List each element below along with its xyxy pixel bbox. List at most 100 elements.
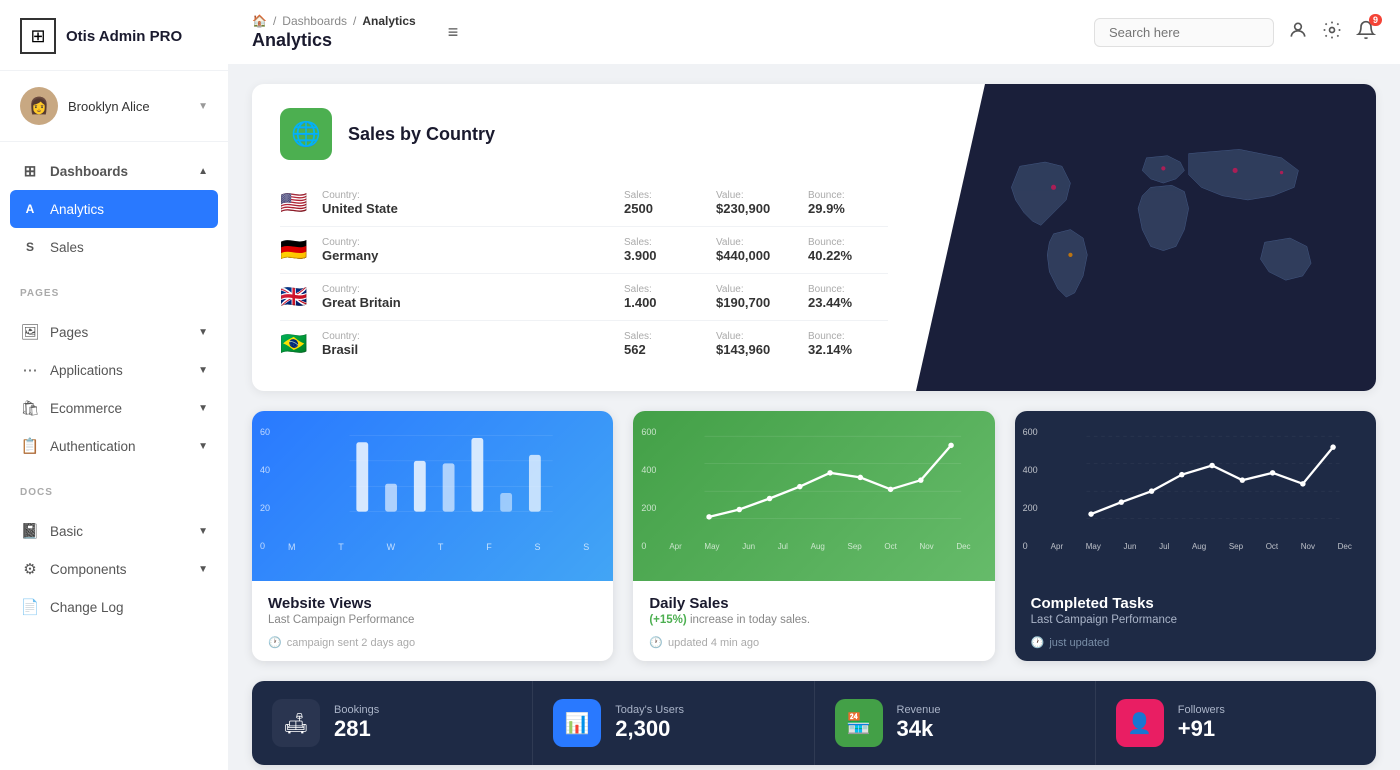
highlight-value: (+15%) — [649, 614, 686, 626]
daily-sales-card: 600 400 200 0 — [633, 411, 994, 661]
revenue-info: Revenue 34k — [897, 704, 941, 742]
bounce-cell: Bounce: 32.14% — [808, 331, 888, 357]
nav-dashboards-section: ⊞ Dashboards ▲ A Analytics S Sales — [0, 142, 228, 276]
logo-icon: ⊞ — [20, 18, 56, 54]
nav-pages-section: 🖼 Pages ▼ ⋯ Applications ▼ 🛍 Ecommerce ▼… — [0, 303, 228, 475]
sidebar: ⊞ Otis Admin PRO 👩 Brooklyn Alice ▼ ⊞ Da… — [0, 0, 228, 770]
logo-area: ⊞ Otis Admin PRO — [0, 0, 228, 71]
card-header: 🌐 Sales by Country — [280, 108, 888, 160]
notification-badge: 9 — [1369, 14, 1382, 26]
flag-br: 🇧🇷 — [280, 331, 310, 357]
x-axis-labels: Apr May Jun Jul Aug Sep Oct Nov Dec — [1031, 542, 1360, 551]
user-icon[interactable] — [1288, 20, 1308, 45]
clock-icon: 🕐 — [1031, 636, 1045, 649]
user-profile[interactable]: 👩 Brooklyn Alice ▼ — [0, 71, 228, 142]
sidebar-item-basic[interactable]: 📓 Basic ▼ — [0, 512, 228, 550]
x-axis-labels: M T W T F S S — [268, 542, 597, 552]
bookings-info: Bookings 281 — [334, 704, 379, 742]
chevron-down-icon: ▼ — [198, 101, 208, 112]
website-views-card: 60 40 20 0 — [252, 411, 613, 661]
x-axis-labels: Apr May Jun Jul Aug Sep Oct Nov Dec — [649, 542, 978, 551]
sidebar-item-label: Analytics — [50, 202, 104, 217]
today-users-info: Today's Users 2,300 — [615, 704, 684, 742]
bounce-cell: Bounce: 29.9% — [808, 190, 888, 216]
country-name-cell: Country: Great Britain — [322, 284, 612, 310]
hamburger-icon[interactable]: ≡ — [448, 22, 459, 43]
pages-section-label: PAGES — [0, 276, 228, 303]
clock-icon: 🕐 — [268, 636, 282, 649]
country-name-cell: Country: Germany — [322, 237, 612, 263]
chart-time: 🕐 just updated — [1031, 636, 1360, 649]
sidebar-item-label: Authentication — [50, 439, 136, 454]
sidebar-item-label: Change Log — [50, 600, 124, 615]
sidebar-item-dashboards[interactable]: ⊞ Dashboards ▲ — [0, 152, 228, 190]
chart-time: 🕐 updated 4 min ago — [649, 636, 978, 649]
y-axis-labels: 600 400 200 0 — [641, 427, 656, 551]
country-name-cell: Country: Brasil — [322, 331, 612, 357]
chevron-down-icon: ▼ — [198, 564, 208, 575]
doc-icon: 📄 — [20, 597, 40, 617]
today-users-stat: 📊 Today's Users 2,300 — [533, 681, 814, 765]
sidebar-item-ecommerce[interactable]: 🛍 Ecommerce ▼ — [0, 389, 228, 427]
analytics-letter: A — [20, 199, 40, 219]
chart-title: Completed Tasks — [1031, 595, 1360, 612]
pages-icon: 🖼 — [20, 322, 40, 342]
sidebar-item-components[interactable]: ⚙ Components ▼ — [0, 550, 228, 588]
daily-sales-chart: 600 400 200 0 — [633, 411, 994, 581]
sidebar-item-authentication[interactable]: 📋 Authentication ▼ — [0, 427, 228, 465]
flag-gb: 🇬🇧 — [280, 284, 310, 310]
chevron-down-icon: ▼ — [198, 526, 208, 537]
bottom-stats-row: 🛋 Bookings 281 📊 Today's Users 2,300 🏪 R… — [252, 681, 1376, 765]
page-title: Analytics — [252, 30, 416, 51]
followers-info: Followers +91 — [1178, 704, 1225, 742]
home-icon: 🏠 — [252, 14, 267, 28]
revenue-icon: 🏪 — [835, 699, 883, 747]
chart-subtitle: Last Campaign Performance — [268, 614, 597, 626]
apps-icon: ⋯ — [20, 360, 40, 380]
value-cell: Value: $190,700 — [716, 284, 796, 310]
sales-cell: Sales: 3.900 — [624, 237, 704, 263]
map-panel — [916, 84, 1376, 391]
nav-docs-section: 📓 Basic ▼ ⚙ Components ▼ 📄 Change Log — [0, 502, 228, 636]
completed-tasks-card: 600 400 200 0 — [1015, 411, 1376, 661]
revenue-stat: 🏪 Revenue 34k — [815, 681, 1096, 765]
sidebar-item-changelog[interactable]: 📄 Change Log — [0, 588, 228, 626]
country-table: 🇺🇸 Country: United State Sales: 2500 Val… — [280, 180, 888, 367]
breadcrumb: 🏠 / Dashboards / Analytics — [252, 14, 416, 28]
today-users-value: 2,300 — [615, 716, 684, 742]
flag-us: 🇺🇸 — [280, 190, 310, 216]
y-axis-labels: 600 400 200 0 — [1023, 427, 1038, 551]
chevron-down-icon: ▼ — [198, 441, 208, 452]
sidebar-item-label: Applications — [50, 363, 123, 378]
card-title: Sales by Country — [348, 124, 495, 145]
bookings-stat: 🛋 Bookings 281 — [252, 681, 533, 765]
sidebar-item-label: Ecommerce — [50, 401, 122, 416]
sidebar-item-applications[interactable]: ⋯ Applications ▼ — [0, 351, 228, 389]
website-views-chart: 60 40 20 0 — [252, 411, 613, 581]
bookings-icon: 🛋 — [272, 699, 320, 747]
world-map — [916, 84, 1376, 391]
search-box[interactable] — [1094, 18, 1274, 47]
content-area: 🌐 Sales by Country 🇺🇸 Country: United St… — [228, 64, 1400, 770]
bag-icon: 🛍 — [20, 398, 40, 418]
bookings-label: Bookings — [334, 704, 379, 716]
sales-by-country-card: 🌐 Sales by Country 🇺🇸 Country: United St… — [252, 84, 1376, 391]
sales-letter: S — [20, 237, 40, 257]
value-cell: Value: $143,960 — [716, 331, 796, 357]
sidebar-item-pages[interactable]: 🖼 Pages ▼ — [0, 313, 228, 351]
sidebar-item-sales[interactable]: S Sales — [0, 228, 228, 266]
revenue-value: 34k — [897, 716, 941, 742]
search-input[interactable] — [1109, 25, 1259, 40]
auth-icon: 📋 — [20, 436, 40, 456]
line-chart-svg — [649, 427, 978, 537]
title-group: 🏠 / Dashboards / Analytics Analytics — [252, 14, 416, 51]
main-content: 🏠 / Dashboards / Analytics Analytics ≡ 9 — [228, 0, 1400, 770]
y-axis-labels: 60 40 20 0 — [260, 427, 270, 551]
daily-sales-info: Daily Sales (+15%) increase in today sal… — [633, 581, 994, 661]
notification-icon[interactable]: 9 — [1356, 20, 1376, 45]
table-row: 🇧🇷 Country: Brasil Sales: 562 Value: $14… — [280, 321, 888, 367]
settings-icon[interactable] — [1322, 20, 1342, 45]
sidebar-item-analytics[interactable]: A Analytics — [10, 190, 218, 228]
sales-cell: Sales: 562 — [624, 331, 704, 357]
grid-icon: ⊞ — [20, 161, 40, 181]
